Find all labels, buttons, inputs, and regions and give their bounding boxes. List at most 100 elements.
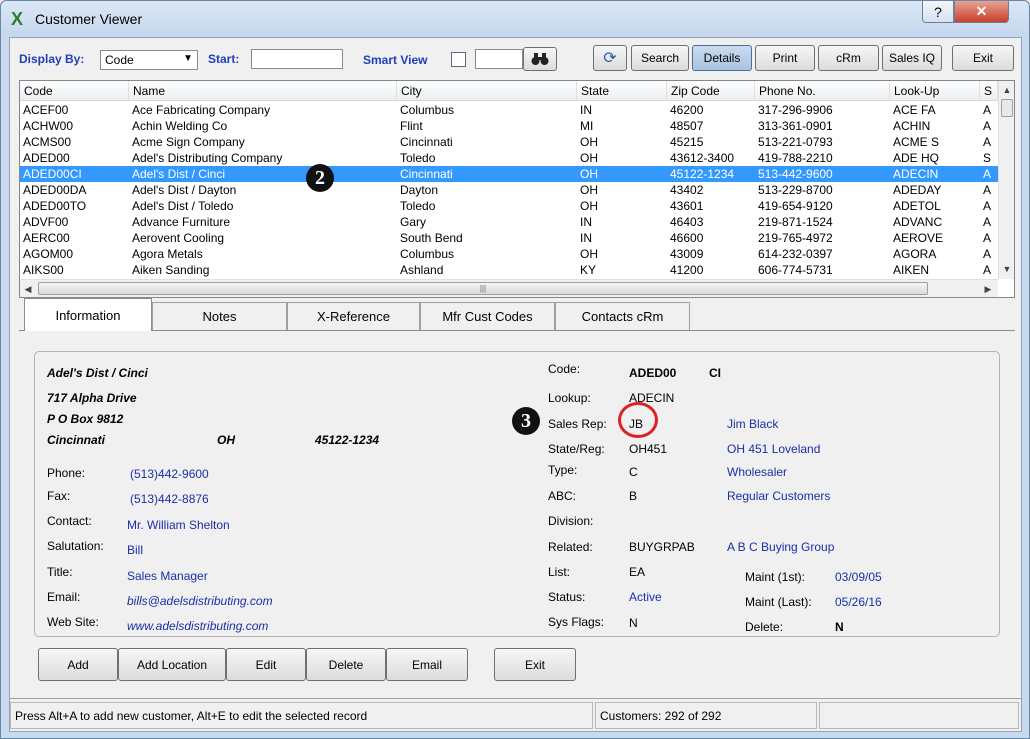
- status-label: Status:: [548, 590, 586, 604]
- phone-value: (513)442-9600: [130, 467, 209, 481]
- cell-state: OH: [580, 199, 598, 213]
- website-value[interactable]: www.adelsdistributing.com: [127, 619, 268, 633]
- search-button[interactable]: Search: [631, 45, 689, 71]
- cell-lookup: ACE FA: [893, 103, 936, 117]
- table-row[interactable]: ACEF00 Ace Fabricating Company Columbus IN 4…: [20, 102, 998, 118]
- sales-iq-button[interactable]: Sales IQ: [882, 45, 942, 71]
- edit-button[interactable]: Edit: [226, 648, 306, 681]
- binoculars-button[interactable]: [523, 47, 557, 71]
- email-value[interactable]: bills@adelsdistributing.com: [127, 594, 273, 608]
- status-value: Active: [629, 590, 662, 604]
- column-header-zip[interactable]: Zip Code: [667, 81, 755, 101]
- table-row[interactable]: AGOM00 Agora Metals Columbus OH 43009 614-232…: [20, 246, 998, 262]
- delete-button[interactable]: Delete: [306, 648, 386, 681]
- cell-state: OH: [580, 167, 598, 181]
- details-button[interactable]: Details: [692, 45, 752, 71]
- hscroll-thumb[interactable]: |||: [38, 282, 928, 295]
- table-row[interactable]: ADED00CI Adel's Dist / Cinci Cincinnati OH 4…: [20, 166, 998, 182]
- cell-lookup: AEROVE: [893, 231, 944, 245]
- cell-state: MI: [580, 119, 594, 133]
- title-bar[interactable]: X Customer Viewer ? ✕: [1, 1, 1029, 37]
- status-hint: Press Alt+A to add new customer, Alt+E t…: [10, 702, 593, 729]
- tab-x-reference[interactable]: X-Reference: [287, 302, 420, 330]
- column-header-state[interactable]: State: [577, 81, 667, 101]
- cell-city: Flint: [400, 119, 423, 133]
- cell-lookup: ADEDAY: [893, 183, 942, 197]
- scroll-left-icon[interactable]: ◀: [20, 280, 36, 298]
- cell-s: A: [983, 199, 992, 213]
- cell-state: KY: [580, 263, 597, 277]
- help-icon: ?: [934, 3, 942, 20]
- cell-city: Dayton: [400, 183, 439, 197]
- table-row[interactable]: AERC00 Aerovent Cooling South Bend IN 46600 2…: [20, 230, 998, 246]
- scroll-thumb[interactable]: [1001, 99, 1013, 117]
- status-bar: Press Alt+A to add new customer, Alt+E t…: [10, 698, 1021, 731]
- vertical-scrollbar[interactable]: ▲ ▼: [998, 81, 1014, 279]
- column-header-phone[interactable]: Phone No.: [755, 81, 890, 101]
- table-row[interactable]: ACHW00 Achin Welding Co Flint MI 48507 313-36…: [20, 118, 998, 134]
- cell-phone: 313-361-0901: [758, 119, 833, 133]
- close-button[interactable]: ✕: [954, 1, 1009, 23]
- print-button[interactable]: Print: [755, 45, 815, 71]
- tab-contacts-crm[interactable]: Contacts cRm: [555, 302, 690, 330]
- cell-city: Columbus: [400, 247, 455, 261]
- cell-name: Adel's Distributing Company: [132, 151, 283, 165]
- phone-label: Phone:: [47, 466, 86, 480]
- cell-code: ACHW00: [23, 119, 74, 133]
- cell-code: AERC00: [23, 231, 70, 245]
- add-location-button[interactable]: Add Location: [118, 648, 226, 681]
- column-header-lookup[interactable]: Look-Up: [890, 81, 980, 101]
- column-header-code[interactable]: Code: [20, 81, 129, 101]
- cell-city: Ashland: [400, 263, 444, 277]
- tab-notes[interactable]: Notes: [152, 302, 287, 330]
- code-suffix: CI: [709, 366, 721, 380]
- cell-lookup: AIKEN: [893, 263, 930, 277]
- cell-s: A: [983, 119, 992, 133]
- cell-city: Cincinnati: [400, 167, 453, 181]
- cell-phone: 513-221-0793: [758, 135, 833, 149]
- scroll-up-icon[interactable]: ▲: [999, 82, 1015, 98]
- customer-grid[interactable]: Code Name City State Zip Code Phone No. …: [19, 80, 1015, 298]
- exit-button[interactable]: Exit: [494, 648, 576, 681]
- cell-lookup: ACHIN: [893, 119, 931, 133]
- smart-view-label: Smart View: [363, 53, 428, 67]
- horizontal-scrollbar[interactable]: ◀ ||| ▶: [20, 279, 998, 297]
- scroll-right-icon[interactable]: ▶: [980, 280, 996, 298]
- display-by-label: Display By:: [19, 52, 85, 66]
- table-row[interactable]: ADED00DA Adel's Dist / Dayton Dayton OH 4340…: [20, 182, 998, 198]
- cell-state: IN: [580, 231, 592, 245]
- start-label: Start:: [208, 52, 240, 66]
- cell-phone: 513-229-8700: [758, 183, 833, 197]
- table-row[interactable]: ACMS00 Acme Sign Company Cincinnati OH 45215…: [20, 134, 998, 150]
- binoculars-icon: [531, 53, 549, 65]
- smart-view-checkbox[interactable]: [451, 52, 466, 67]
- column-header-name[interactable]: Name: [129, 81, 397, 101]
- column-header-city[interactable]: City: [397, 81, 577, 101]
- customer-name: Adel's Dist / Cinci: [47, 366, 148, 380]
- cell-lookup: ADVANC: [893, 215, 943, 229]
- table-row[interactable]: ADED00 Adel's Distributing Company Toledo O…: [20, 150, 998, 166]
- refresh-button[interactable]: ⟳: [593, 45, 627, 71]
- type-label: Type:: [548, 463, 578, 477]
- cell-phone: 419-654-9120: [758, 199, 833, 213]
- help-button[interactable]: ?: [922, 1, 954, 23]
- column-header-s[interactable]: S: [980, 81, 998, 101]
- start-input[interactable]: [251, 49, 343, 69]
- add-button[interactable]: Add: [38, 648, 118, 681]
- table-row[interactable]: ADVF00 Advance Furniture Gary IN 46403 219-87…: [20, 214, 998, 230]
- cell-name: Aerovent Cooling: [132, 231, 225, 245]
- cell-zip: 43009: [670, 247, 704, 261]
- toolbar-exit-button[interactable]: Exit: [952, 45, 1014, 71]
- table-row[interactable]: ADED00TO Adel's Dist / Toledo Toledo OH 4360…: [20, 198, 998, 214]
- scroll-down-icon[interactable]: ▼: [999, 261, 1015, 277]
- smart-view-input[interactable]: [475, 49, 523, 69]
- cell-city: Gary: [400, 215, 427, 229]
- crm-button[interactable]: cRm: [818, 45, 879, 71]
- display-by-select[interactable]: Code ▼: [100, 50, 198, 70]
- tab-mfr-cust-codes[interactable]: Mfr Cust Codes: [420, 302, 555, 330]
- email-button[interactable]: Email: [386, 648, 468, 681]
- tab-information[interactable]: Information: [24, 298, 152, 331]
- salutation-value: Bill: [127, 543, 144, 557]
- cell-zip: 46600: [670, 231, 704, 245]
- table-row[interactable]: AIKS00 Aiken Sanding Ashland KY 41200 606-774…: [20, 262, 998, 278]
